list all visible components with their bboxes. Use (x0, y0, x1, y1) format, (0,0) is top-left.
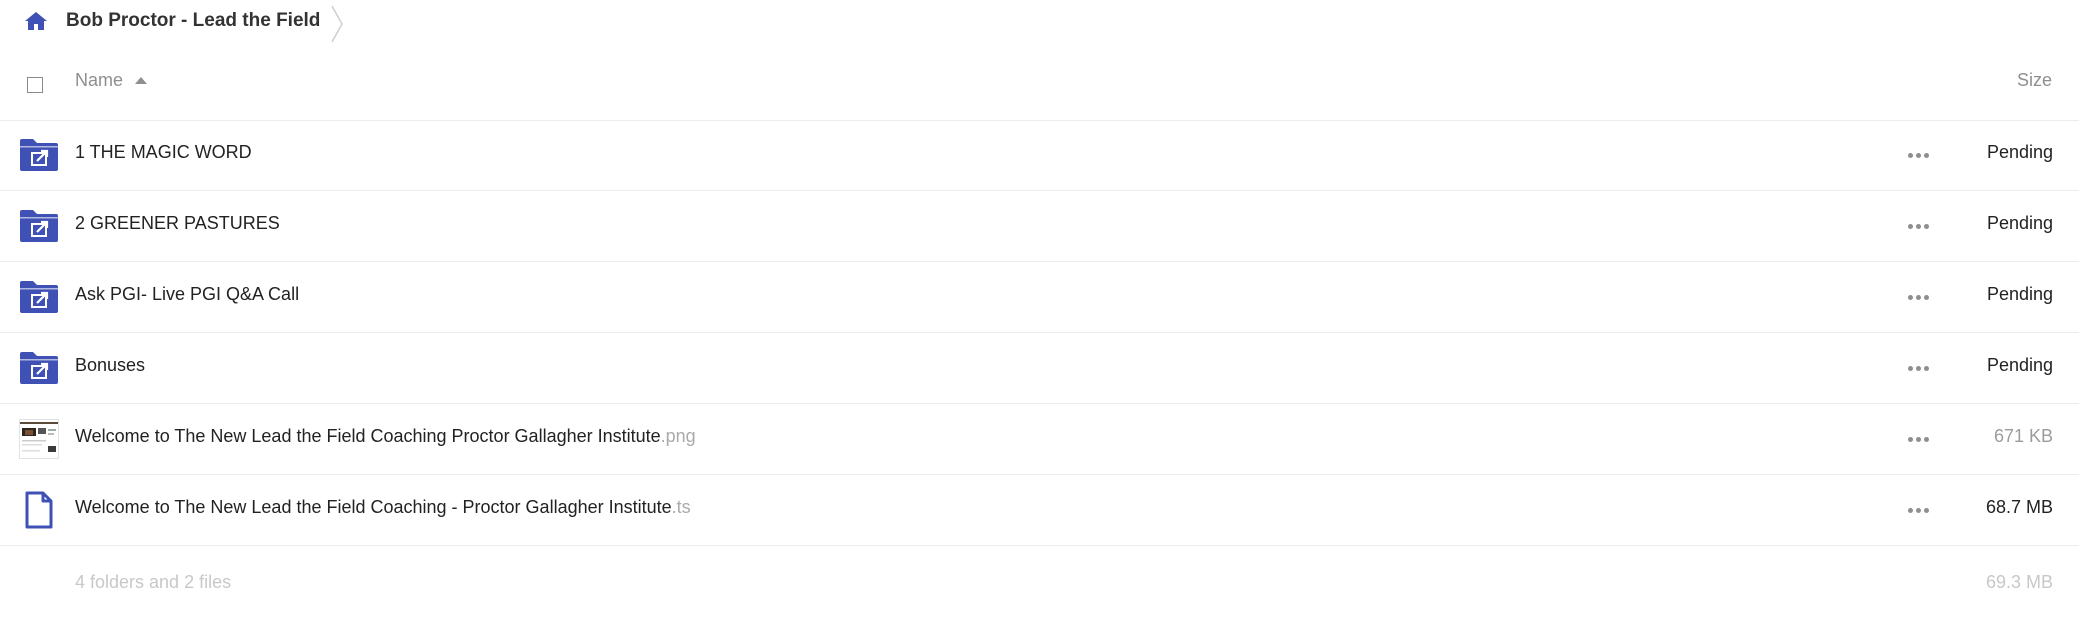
file-size: Pending (1986, 213, 2053, 233)
breadcrumb-current[interactable]: Bob Proctor - Lead the Field (66, 10, 320, 32)
file-name[interactable]: Welcome to The New Lead the Field Coachi… (75, 426, 696, 447)
sort-ascending-icon (135, 77, 148, 84)
size-column-header[interactable]: Size (2017, 70, 2052, 91)
file-row[interactable]: Welcome to The New Lead the Field Coachi… (0, 404, 2079, 475)
select-all-checkbox[interactable] (27, 77, 43, 93)
more-actions-icon[interactable] (1905, 287, 1931, 307)
file-size: Pending (1986, 284, 2053, 304)
more-actions-icon[interactable] (1905, 145, 1931, 165)
more-actions-icon[interactable] (1905, 500, 1931, 520)
file-list-header: Name Size (0, 60, 2079, 121)
file-row[interactable]: Welcome to The New Lead the Field Coachi… (0, 475, 2079, 546)
file-icon (19, 490, 59, 530)
file-row[interactable]: Bonuses Pending (0, 333, 2079, 404)
shared-folder-icon (19, 348, 59, 388)
breadcrumb-separator-icon (331, 5, 343, 43)
image-thumbnail (19, 419, 59, 459)
file-row[interactable]: 2 GREENER PASTURES Pending (0, 191, 2079, 262)
file-row[interactable]: 1 THE MAGIC WORD Pending (0, 120, 2079, 191)
file-list: 1 THE MAGIC WORD Pending 2 GREENER PASTU… (0, 120, 2079, 546)
shared-folder-icon (19, 135, 59, 175)
shared-folder-icon (19, 277, 59, 317)
file-size: 68.7 MB (1985, 497, 2053, 517)
more-actions-icon[interactable] (1905, 358, 1931, 378)
file-name[interactable]: 2 GREENER PASTURES (75, 213, 280, 234)
more-actions-icon[interactable] (1905, 216, 1931, 236)
file-row[interactable]: Ask PGI- Live PGI Q&A Call Pending (0, 262, 2079, 333)
home-icon[interactable] (23, 10, 49, 32)
summary-total-size: 69.3 MB (1985, 572, 2053, 592)
name-column-label: Name (75, 70, 124, 90)
file-name[interactable]: 1 THE MAGIC WORD (75, 142, 252, 163)
name-column-header[interactable]: Name (75, 70, 148, 91)
file-name[interactable]: Bonuses (75, 355, 145, 376)
file-size: Pending (1986, 355, 2053, 375)
summary-count: 4 folders and 2 files (75, 572, 232, 592)
file-size: 671 KB (1993, 426, 2053, 446)
file-name[interactable]: Welcome to The New Lead the Field Coachi… (75, 497, 691, 518)
more-actions-icon[interactable] (1905, 429, 1931, 449)
file-size: Pending (1986, 142, 2053, 162)
shared-folder-icon (19, 206, 59, 246)
file-list-summary: 4 folders and 2 files 69.3 MB (0, 560, 2079, 610)
file-name[interactable]: Ask PGI- Live PGI Q&A Call (75, 284, 299, 305)
